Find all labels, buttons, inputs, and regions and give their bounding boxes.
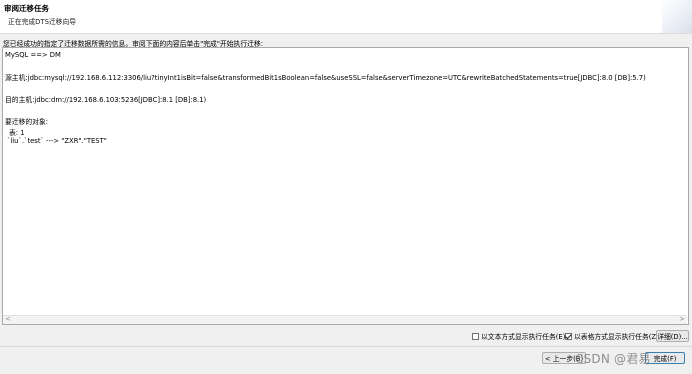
migration-direction: MySQL ==> DM	[5, 51, 61, 59]
watermark: CSDN @君易	[575, 352, 651, 366]
text-mode-checkbox[interactable]	[472, 332, 479, 340]
wizard-header: 审阅迁移任务 正在完成DTS迁移向导	[0, 0, 692, 34]
scroll-right-icon[interactable]: >	[679, 315, 685, 323]
text-mode-option[interactable]: 以文本方式显示执行任务(E)	[472, 330, 565, 342]
finish-button[interactable]: 完成(F)	[645, 352, 685, 364]
objects-count: 表: 1	[9, 129, 25, 137]
target-host: 目的主机:jdbc:dm://192.168.6.103:5236[JDBC]:…	[5, 96, 207, 104]
table-mode-label: 以表格方式显示执行任务(Z)	[574, 333, 659, 341]
source-host: 源主机:jdbc:mysql://192.168.6.112:3306/liu?…	[5, 74, 646, 82]
table-mode-checkbox[interactable]	[565, 332, 572, 340]
scroll-left-icon[interactable]: <	[5, 315, 11, 323]
page-title: 审阅迁移任务	[4, 4, 49, 13]
details-button[interactable]: 详细(D)...	[656, 330, 689, 342]
task-summary-textbox[interactable]: MySQL ==> DM 源主机:jdbc:mysql://192.168.6.…	[2, 47, 689, 325]
table-mode-option[interactable]: 以表格方式显示执行任务(Z)	[565, 330, 659, 342]
page-subtitle: 正在完成DTS迁移向导	[8, 18, 77, 26]
header-decoration	[662, 0, 692, 33]
text-mode-label: 以文本方式显示执行任务(E)	[481, 333, 566, 341]
horizontal-scrollbar[interactable]: < >	[3, 315, 687, 324]
table-mapping: `liu`.`test` ---> "ZXR"."TEST"	[7, 137, 107, 145]
objects-heading: 要迁移的对象:	[5, 118, 49, 126]
